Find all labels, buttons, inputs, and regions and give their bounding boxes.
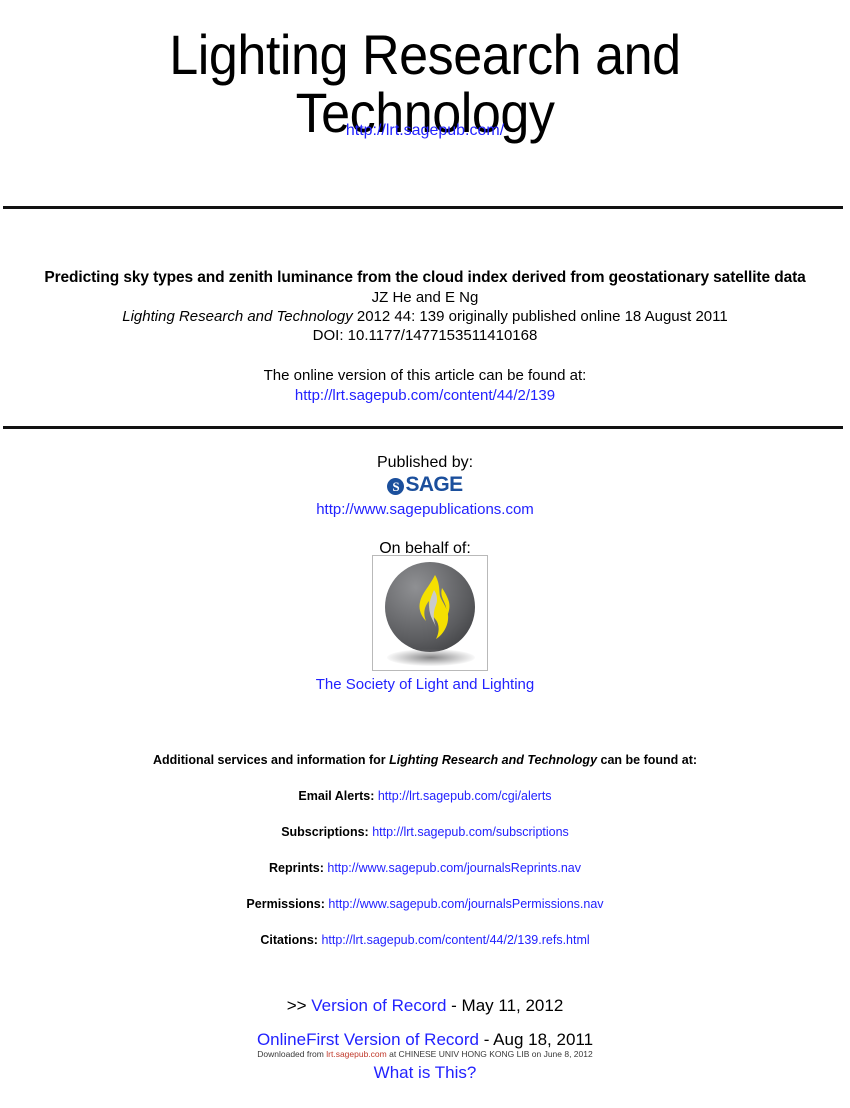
service-label: Reprints:: [269, 861, 324, 875]
online-version-link[interactable]: http://lrt.sagepub.com/content/44/2/139: [0, 386, 850, 406]
society-logo-box: [372, 555, 488, 671]
article-metadata: Predicting sky types and zenith luminanc…: [0, 268, 850, 406]
services-heading-journal: Lighting Research and Technology: [389, 753, 598, 767]
watermark-prefix: Downloaded from: [257, 1049, 324, 1059]
service-link[interactable]: http://lrt.sagepub.com/content/44/2/139.…: [321, 933, 589, 947]
what-is-this-link[interactable]: What is This?: [0, 1063, 850, 1083]
service-label: Subscriptions:: [281, 825, 369, 839]
watermark-suffix: at CHINESE UNIV HONG KONG LIB on June 8,…: [389, 1049, 593, 1059]
society-name-link[interactable]: The Society of Light and Lighting: [0, 676, 850, 693]
service-row-reprints: Reprints: http://www.sagepub.com/journal…: [0, 860, 850, 876]
onlinefirst-row: OnlineFirst Version of Record - Aug 18, …: [0, 1029, 850, 1051]
sage-logo: S SAGE: [387, 473, 463, 496]
download-watermark: Downloaded from lrt.sagepub.com at CHINE…: [0, 1049, 850, 1060]
service-link[interactable]: http://www.sagepub.com/journalsReprints.…: [327, 861, 581, 875]
publisher-block: Published by: S SAGE http://www.sagepubl…: [0, 453, 850, 559]
sage-circle-s-icon: S: [387, 477, 405, 495]
journal-homepage-link[interactable]: http://lrt.sagepub.com/: [0, 122, 850, 140]
divider-middle: [3, 426, 843, 429]
services-heading: Additional services and information for …: [0, 752, 850, 768]
version-links: >> Version of Record - May 11, 2012 Onli…: [0, 995, 850, 1051]
citation-journal-name: Lighting Research and Technology: [122, 308, 353, 325]
online-version-label: The online version of this article can b…: [263, 367, 587, 384]
journal-title-line-1: Lighting Research and: [169, 23, 681, 86]
journal-cover-page: Lighting Research and Technology http://…: [0, 0, 850, 1108]
service-link[interactable]: http://lrt.sagepub.com/subscriptions: [372, 825, 569, 839]
service-link[interactable]: http://www.sagepub.com/journalsPermissio…: [328, 897, 603, 911]
service-label: Email Alerts:: [298, 789, 375, 803]
chevron-right-icon: >>: [286, 996, 307, 1015]
service-row-citations: Citations: http://lrt.sagepub.com/conten…: [0, 932, 850, 948]
services-heading-before: Additional services and information for: [152, 753, 386, 767]
citation-volume-pages: 2012 44: 139 originally published online…: [356, 308, 728, 325]
sage-publications-link[interactable]: http://www.sagepublications.com: [0, 500, 850, 520]
service-label: Citations:: [260, 933, 318, 947]
sage-wordmark: SAGE: [405, 473, 463, 496]
service-label: Permissions:: [246, 897, 325, 911]
service-row-email-alerts: Email Alerts: http://lrt.sagepub.com/cgi…: [0, 788, 850, 804]
services-heading-after: can be found at:: [600, 753, 698, 767]
onlinefirst-date: - Aug 18, 2011: [483, 1030, 594, 1049]
published-by-label: Published by:: [376, 454, 474, 471]
onlinefirst-version-link[interactable]: OnlineFirst Version of Record: [257, 1030, 479, 1049]
divider-top: [3, 206, 843, 209]
flame-icon: [419, 575, 450, 639]
service-link[interactable]: http://lrt.sagepub.com/cgi/alerts: [378, 789, 552, 803]
article-authors: JZ He and E Ng: [371, 289, 479, 306]
article-title: Predicting sky types and zenith luminanc…: [44, 269, 806, 286]
version-of-record-row: >> Version of Record - May 11, 2012: [0, 995, 850, 1017]
service-row-subscriptions: Subscriptions: http://lrt.sagepub.com/su…: [0, 824, 850, 840]
article-citation: Lighting Research and Technology 2012 44…: [0, 307, 850, 326]
additional-services: Additional services and information for …: [0, 752, 850, 948]
version-of-record-link[interactable]: Version of Record: [311, 996, 446, 1015]
article-doi: DOI: 10.1177/1477153511410168: [312, 327, 538, 344]
watermark-link[interactable]: lrt.sagepub.com: [326, 1049, 386, 1059]
logo-drop-shadow: [387, 649, 475, 666]
version-of-record-date: - May 11, 2012: [451, 996, 564, 1015]
service-row-permissions: Permissions: http://www.sagepub.com/jour…: [0, 896, 850, 912]
